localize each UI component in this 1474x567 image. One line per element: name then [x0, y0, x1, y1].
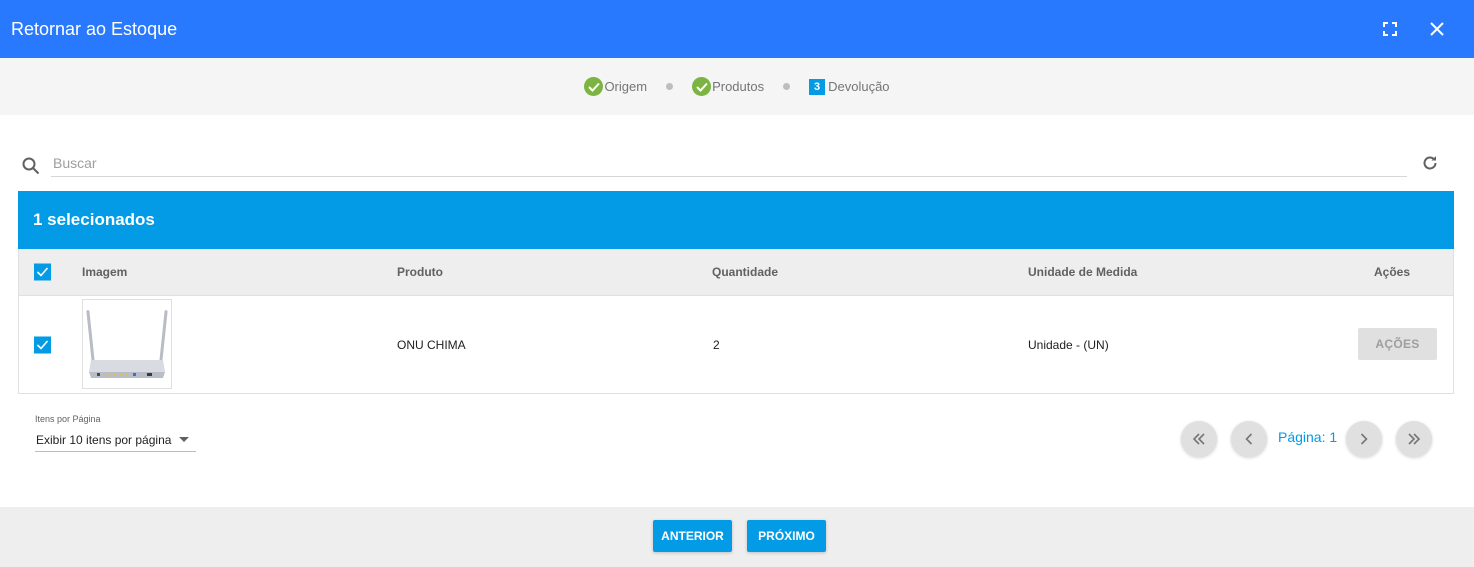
table-row[interactable]: ONU CHIMA 2 Unidade - (UN) AÇÕES — [19, 296, 1453, 393]
search-input[interactable] — [51, 150, 1407, 177]
previous-button[interactable]: ANTERIOR — [653, 520, 732, 552]
search-icon — [22, 157, 40, 180]
dialog-header: Retornar ao Estoque — [0, 0, 1474, 58]
product-image — [82, 299, 172, 389]
items-per-page-value: Exibir 10 itens por página — [36, 433, 172, 447]
table-header: Imagem Produto Quantidade Unidade de Med… — [19, 249, 1453, 296]
stepper: Origem Produtos 3 Devolução — [0, 58, 1474, 115]
close-icon[interactable] — [1422, 14, 1452, 44]
page-indicator: Página: 1 — [1278, 429, 1338, 445]
selection-count: 1 selecionados — [33, 210, 155, 229]
step-produtos[interactable]: Produtos — [692, 77, 764, 96]
fullscreen-icon[interactable] — [1375, 14, 1405, 44]
step-separator — [783, 83, 791, 90]
step-devolucao[interactable]: 3 Devolução — [809, 78, 890, 95]
check-circle-icon — [692, 77, 712, 96]
column-header-unit[interactable]: Unidade de Medida — [1028, 265, 1137, 279]
next-page-button[interactable] — [1346, 421, 1382, 457]
step-label: Origem — [604, 79, 648, 94]
step-separator — [666, 83, 674, 90]
dialog-footer: ANTERIOR PRÓXIMO — [0, 507, 1474, 567]
products-table: Imagem Produto Quantidade Unidade de Med… — [18, 249, 1454, 394]
next-button[interactable]: PRÓXIMO — [747, 520, 826, 552]
check-circle-icon — [584, 77, 604, 96]
step-label: Devolução — [828, 79, 890, 94]
double-chevron-right-icon — [1408, 433, 1421, 445]
selection-bar: 1 selecionados — [18, 191, 1454, 249]
cell-quantity: 2 — [713, 337, 720, 352]
items-per-page-select[interactable]: Exibir 10 itens por página — [35, 432, 196, 452]
previous-page-button[interactable] — [1231, 421, 1267, 457]
column-header-actions: Ações — [1374, 265, 1411, 279]
dropdown-caret-icon — [179, 437, 189, 442]
return-to-stock-dialog: Retornar ao Estoque Origem Produtos 3 De… — [0, 0, 1474, 567]
chevron-right-icon — [1360, 433, 1368, 445]
first-page-button[interactable] — [1181, 421, 1217, 457]
dialog-title: Retornar ao Estoque — [11, 18, 178, 39]
column-header-image[interactable]: Imagem — [82, 265, 127, 279]
select-all-checkbox[interactable] — [34, 263, 51, 281]
cell-unit: Unidade - (UN) — [1028, 337, 1109, 352]
column-header-quantity[interactable]: Quantidade — [712, 265, 778, 279]
actions-button[interactable]: AÇÕES — [1358, 328, 1437, 360]
cell-product: ONU CHIMA — [397, 337, 466, 352]
step-origem[interactable]: Origem — [584, 77, 647, 96]
chevron-left-icon — [1245, 433, 1253, 445]
double-chevron-left-icon — [1192, 433, 1205, 445]
step-label: Produtos — [712, 79, 765, 94]
row-checkbox[interactable] — [34, 336, 51, 353]
column-header-product[interactable]: Produto — [397, 265, 443, 279]
refresh-icon[interactable] — [1421, 154, 1439, 177]
items-per-page-label: Itens por Página — [35, 414, 101, 424]
step-number-badge: 3 — [809, 78, 826, 95]
last-page-button[interactable] — [1396, 421, 1432, 457]
